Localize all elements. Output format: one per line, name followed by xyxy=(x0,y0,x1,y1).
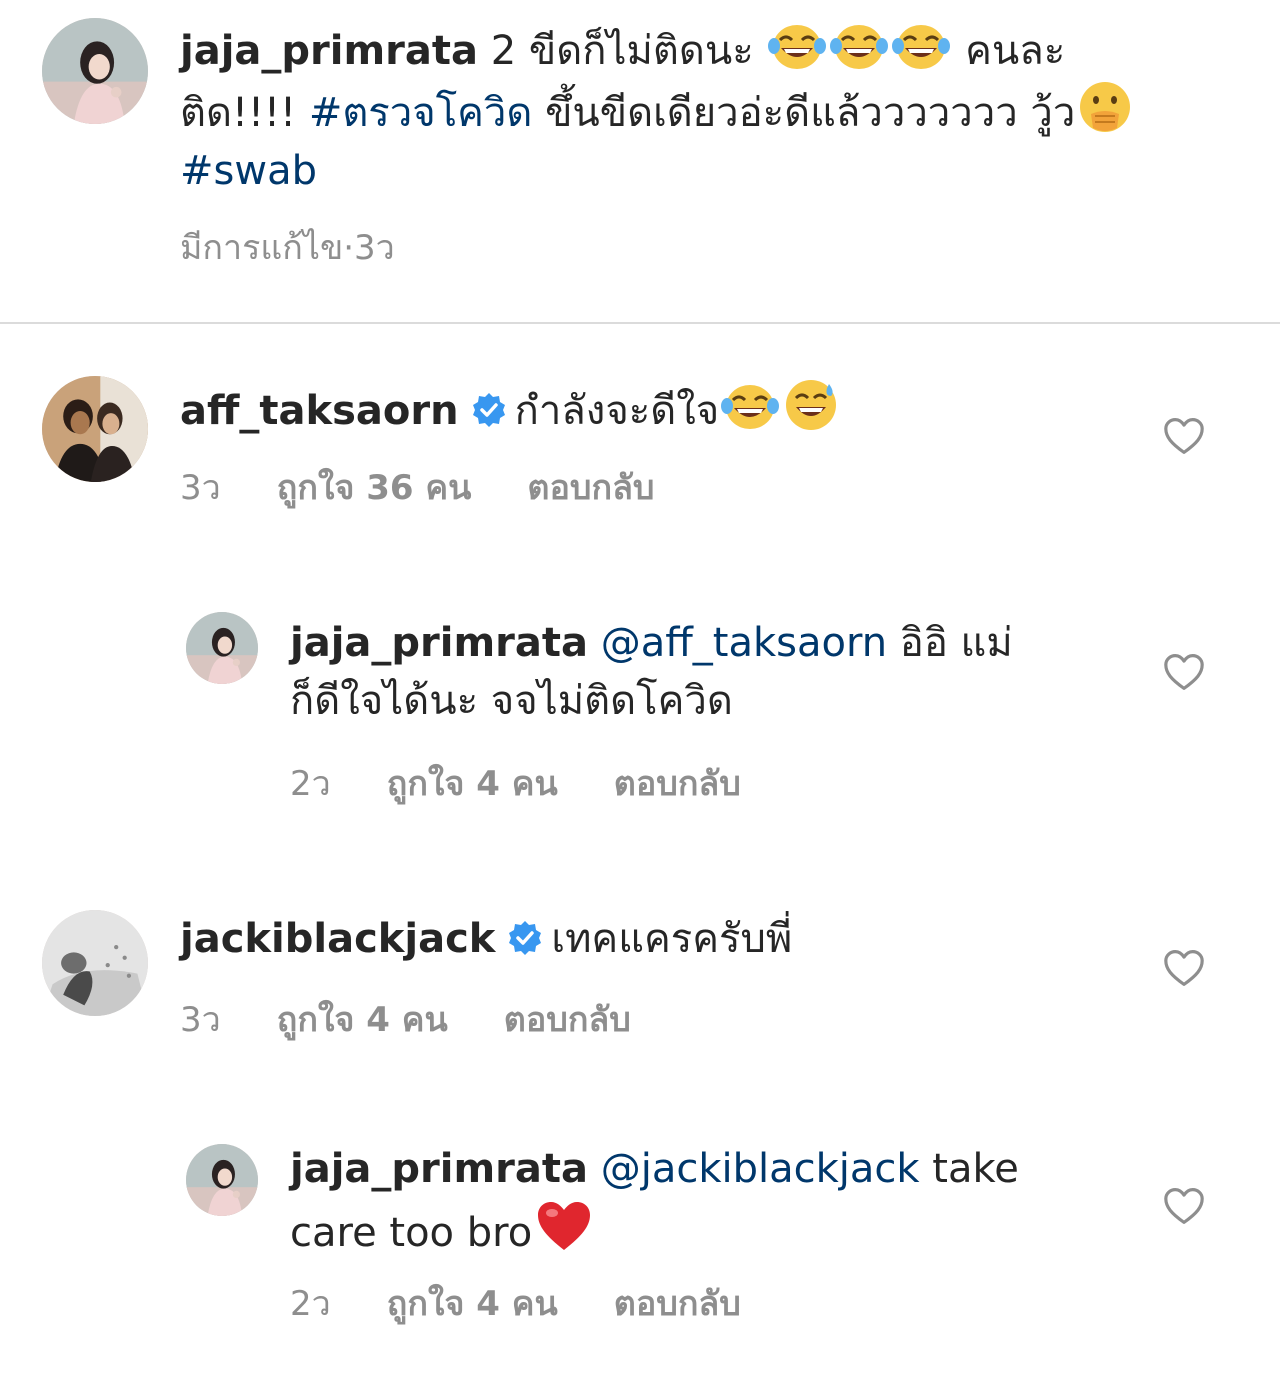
caption-author-avatar[interactable] xyxy=(42,18,148,124)
face-with-tears-of-joy-icon xyxy=(830,22,889,72)
likes-count[interactable]: ถูกใจ 4 คน xyxy=(387,764,558,804)
reply-body-line2: care too bro xyxy=(290,1210,533,1256)
comment-time[interactable]: 3ว xyxy=(180,468,221,508)
reply-avatar[interactable] xyxy=(186,612,258,684)
caption-text-part4: ขึ้นขีดเดียวอ่ะดีแล้ววววววว วู้ว xyxy=(532,90,1076,136)
reply-button[interactable]: ตอบกลับ xyxy=(527,468,654,508)
comment-text: aff_taksaorn กำลังจะดีใจ xyxy=(180,378,1140,440)
caption-meta: มีการแก้ไข · 3ว xyxy=(180,228,395,268)
face-with-tears-of-joy-icon xyxy=(721,382,780,432)
likes-count[interactable]: ถูกใจ 4 คน xyxy=(387,1284,558,1324)
reply-button[interactable]: ตอบกลับ xyxy=(614,1284,741,1324)
meta-separator: · xyxy=(343,228,355,268)
reply-button[interactable]: ตอบกลับ xyxy=(614,764,741,804)
heart-outline-icon[interactable] xyxy=(1162,416,1206,456)
verified-badge-icon xyxy=(507,920,543,956)
comment-body: กำลังจะดีใจ xyxy=(514,388,720,434)
comment-time[interactable]: 3ว xyxy=(180,1000,221,1040)
heart-outline-icon[interactable] xyxy=(1162,948,1206,988)
edited-label: มีการแก้ไข xyxy=(180,228,344,268)
mention-link[interactable]: @jackiblackjack xyxy=(601,1146,920,1192)
reply-button[interactable]: ตอบกลับ xyxy=(504,1000,631,1040)
reply-body-line1: อิอิ แม่ xyxy=(887,620,1013,666)
face-with-hand-over-mouth-icon xyxy=(1077,80,1133,134)
face-with-tears-of-joy-icon xyxy=(768,22,827,72)
reply-meta: 2ว ถูกใจ 4 คน ตอบกลับ xyxy=(290,1284,741,1324)
caption-time[interactable]: 3ว xyxy=(354,228,395,268)
likes-count[interactable]: ถูกใจ 4 คน xyxy=(277,1000,448,1040)
reply-meta: 2ว ถูกใจ 4 คน ตอบกลับ xyxy=(290,764,741,804)
reply-time[interactable]: 2ว xyxy=(290,1284,331,1324)
caption-divider xyxy=(0,322,1280,324)
comment-meta: 3ว ถูกใจ 36 คน ตอบกลับ xyxy=(180,468,655,508)
hashtag-link[interactable]: #swab xyxy=(180,148,317,194)
caption-text-part3: ติด!!!! xyxy=(180,90,309,136)
comment-text: jackiblackjack เทคแครครับพี่ xyxy=(180,910,1140,968)
face-with-tears-of-joy-icon xyxy=(892,22,951,72)
reply-body-line1: take xyxy=(919,1146,1019,1192)
reply-username[interactable]: jaja_primrata xyxy=(290,1146,588,1192)
grinning-face-with-sweat-icon xyxy=(783,378,839,432)
reply-username[interactable]: jaja_primrata xyxy=(290,620,588,666)
reply-body-line2: ก็ดีใจได้นะ จจไม่ติดโควิด xyxy=(290,678,733,724)
heart-outline-icon[interactable] xyxy=(1162,1186,1206,1226)
heart-outline-icon[interactable] xyxy=(1162,652,1206,692)
comments-view: jaja_primrata 2 ขีดก็ไม่ติดนะ คนละ ติด!!… xyxy=(0,0,1280,1388)
caption-text-part2: คนละ xyxy=(952,28,1066,74)
reply-time[interactable]: 2ว xyxy=(290,764,331,804)
caption-text-part1: 2 ขีดก็ไม่ติดนะ xyxy=(478,28,767,74)
verified-badge-icon xyxy=(471,392,507,428)
caption-username[interactable]: jaja_primrata xyxy=(180,28,478,74)
comment-body: เทคแครครับพี่ xyxy=(551,916,793,962)
hashtag-link[interactable]: #ตรวจโควิด xyxy=(309,90,533,136)
reply-text: jaja_primrata @jackiblackjack take care … xyxy=(290,1140,1140,1262)
reply-text: jaja_primrata @aff_taksaorn อิอิ แม่ ก็ด… xyxy=(290,614,1140,730)
likes-count[interactable]: ถูกใจ 36 คน xyxy=(277,468,472,508)
caption-text: jaja_primrata 2 ขีดก็ไม่ติดนะ คนละ ติด!!… xyxy=(180,22,1220,200)
mention-link[interactable]: @aff_taksaorn xyxy=(601,620,887,666)
comment-username[interactable]: jackiblackjack xyxy=(180,916,495,962)
comment-username[interactable]: aff_taksaorn xyxy=(180,388,459,434)
comment-avatar[interactable] xyxy=(42,376,148,482)
reply-avatar[interactable] xyxy=(186,1144,258,1216)
comment-avatar[interactable] xyxy=(42,910,148,1016)
comment-meta: 3ว ถูกใจ 4 คน ตอบกลับ xyxy=(180,1000,631,1040)
red-heart-icon xyxy=(534,1198,594,1254)
